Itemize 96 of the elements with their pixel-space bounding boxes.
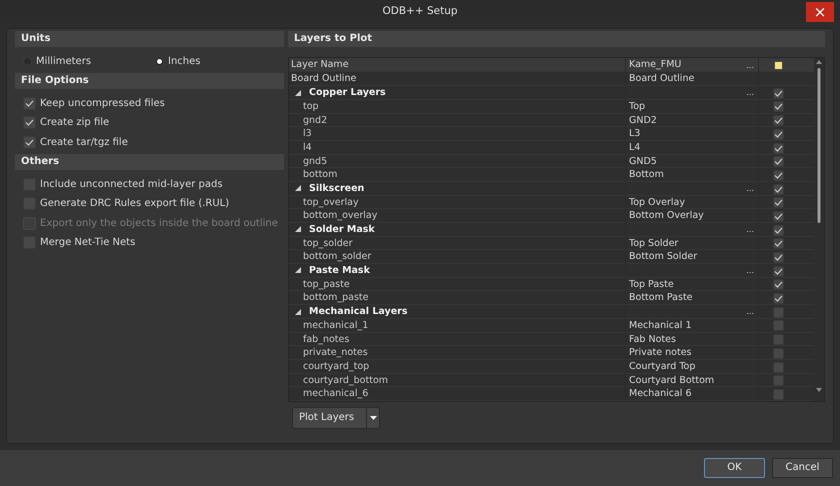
layer-name: top_solder <box>303 236 352 251</box>
layer-value: GND5 <box>629 154 657 169</box>
radio-option[interactable]: Inches <box>147 51 200 71</box>
layer-name: Board Outline <box>291 72 356 86</box>
layer-name: bottom_solder <box>303 250 372 264</box>
checkbox[interactable] <box>773 128 784 140</box>
layer-value: Bottom <box>629 168 664 182</box>
checkbox[interactable] <box>773 266 784 277</box>
checkbox-label[interactable]: Create tar/tgz file <box>40 134 128 150</box>
layer-name: mechanical_6 <box>303 387 368 401</box>
menu-dots[interactable]: ... <box>746 267 758 276</box>
checkbox-label[interactable]: Create zip file <box>40 115 110 130</box>
checkbox[interactable] <box>773 388 784 400</box>
checkbox[interactable] <box>773 238 784 250</box>
menu-dots[interactable]: ... <box>746 226 758 234</box>
layer-name: top_overlay <box>303 196 359 210</box>
menu-dots[interactable]: ... <box>746 185 758 194</box>
menu-dots[interactable]: ... <box>746 308 758 316</box>
dialog-button[interactable]: Cancel <box>772 458 833 478</box>
checkbox[interactable] <box>773 224 784 236</box>
layer-name: gnd2 <box>303 114 328 128</box>
plot-layers-button[interactable]: Plot Layers <box>292 406 380 429</box>
column-header[interactable]: Kame_FMU <box>629 58 682 73</box>
layer-value: Top Solder <box>629 236 678 251</box>
layer-value: Private notes <box>629 346 692 360</box>
column-header[interactable]: Layer Name <box>289 58 625 73</box>
checkbox[interactable] <box>773 115 784 126</box>
layer-value: GND2 <box>629 114 657 128</box>
close-button[interactable]: × <box>806 2 834 22</box>
layer-name: Solder Mask <box>309 223 375 237</box>
checkbox[interactable] <box>773 252 784 263</box>
checkbox[interactable] <box>773 306 784 318</box>
checkbox[interactable] <box>773 348 784 359</box>
layer-value: Mechanical 1 <box>629 318 692 333</box>
menu-dots[interactable]: ... <box>746 89 758 98</box>
checkbox[interactable] <box>773 101 784 112</box>
checkbox[interactable] <box>773 334 784 346</box>
layer-name: Mechanical Layers <box>309 305 408 320</box>
menu-dots[interactable]: ... <box>746 62 758 70</box>
checkbox-label[interactable]: Include unconnected mid-layer pads <box>40 176 223 192</box>
dialog-button[interactable]: OK <box>704 458 765 478</box>
checkbox-label[interactable]: Generate DRC Rules export file (.RUL) <box>40 196 230 212</box>
layer-name: gnd5 <box>303 154 328 169</box>
section-header: Layers to Plot <box>288 31 825 48</box>
header-checkbox[interactable] <box>773 60 784 72</box>
layer-name: top <box>303 100 319 114</box>
layer-name: private_notes <box>303 346 368 360</box>
checkbox[interactable] <box>773 210 784 222</box>
layer-value: L3 <box>629 127 640 142</box>
layer-value: Bottom Solder <box>629 250 698 264</box>
checkbox[interactable] <box>773 375 784 386</box>
layer-value: Mechanical 6 <box>629 387 692 401</box>
checkbox[interactable] <box>773 156 784 168</box>
layer-value: Bottom Paste <box>629 291 693 306</box>
checkbox[interactable] <box>773 320 784 332</box>
caret-icon <box>370 416 377 420</box>
layer-value: Top <box>629 100 646 114</box>
layer-value: L4 <box>629 140 640 155</box>
window-title: ODB++ Setup <box>382 4 458 19</box>
checkbox[interactable] <box>773 293 784 304</box>
layer-name: bottom <box>303 168 338 182</box>
layer-name: bottom_paste <box>303 291 368 306</box>
layer-value: Courtyard Bottom <box>629 374 714 388</box>
layer-name: courtyard_top <box>303 360 370 374</box>
layer-name: l3 <box>303 127 312 142</box>
checkbox[interactable] <box>773 279 784 290</box>
layer-name: Copper Layers <box>309 86 386 100</box>
layer-name: Silkscreen <box>309 182 364 196</box>
checkbox[interactable] <box>23 136 36 149</box>
layer-name: courtyard_bottom <box>303 374 388 388</box>
section-header: Units <box>15 31 284 48</box>
radio-option[interactable]: Millimeters <box>15 51 147 71</box>
checkbox[interactable] <box>773 197 784 208</box>
layer-name: Paste Mask <box>309 264 370 278</box>
layer-name: mechanical_1 <box>303 318 368 333</box>
layer-name: bottom_overlay <box>303 209 378 224</box>
layer-value: Fab Notes <box>629 332 676 346</box>
checkbox[interactable] <box>773 362 784 372</box>
layer-name: l4 <box>303 140 312 155</box>
checkbox-label[interactable]: Keep uncompressed files <box>40 96 165 111</box>
checkbox[interactable] <box>773 88 784 99</box>
layer-name: fab_notes <box>303 332 350 346</box>
checkbox[interactable] <box>773 184 784 195</box>
section-header: Others <box>15 154 284 170</box>
checkbox[interactable] <box>23 96 36 110</box>
checkbox[interactable] <box>23 116 36 130</box>
layer-value: Bottom Overlay <box>629 209 704 224</box>
checkbox[interactable] <box>773 142 784 154</box>
section-header: File Options <box>15 73 284 90</box>
layer-value: Courtyard Top <box>629 360 696 374</box>
layer-name: top_paste <box>303 278 350 292</box>
checkbox[interactable] <box>773 170 784 181</box>
layer-value: Top Paste <box>629 278 674 292</box>
checkbox-label[interactable]: Merge Net-Tie Nets <box>40 235 136 250</box>
layer-value: Board Outline <box>629 72 694 86</box>
layer-value: Top Overlay <box>629 196 685 210</box>
